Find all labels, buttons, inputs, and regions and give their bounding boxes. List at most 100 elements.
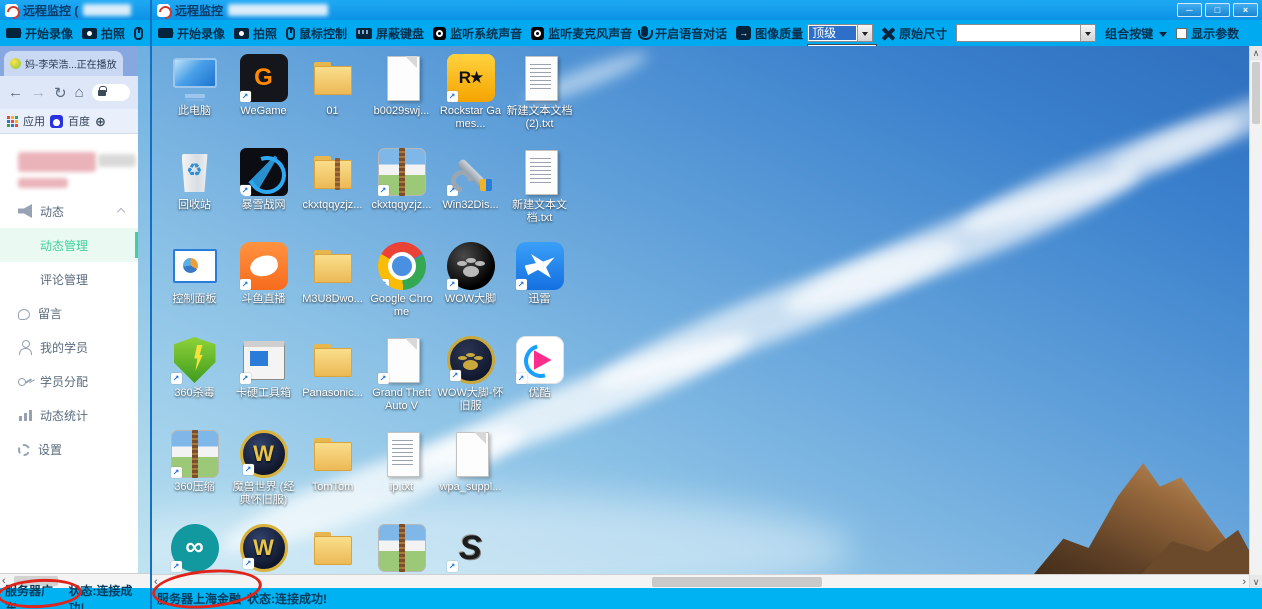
vertical-scrollbar[interactable]: ∧ ∨	[1249, 46, 1262, 589]
menu-item-wodexueyuan[interactable]: 我的学员	[0, 330, 138, 364]
vertical-scroll-thumb[interactable]	[1252, 62, 1260, 124]
close-button[interactable]: ×	[1233, 3, 1258, 17]
desktop-icon-arduino[interactable]: Arduino	[160, 520, 229, 574]
menu-item-shezhi[interactable]: 设置	[0, 432, 138, 466]
text-file-icon	[516, 148, 564, 196]
image-quality-group: 图像质量 顶级 顶级 超清 高清 标清	[736, 24, 873, 42]
scroll-down-arrow[interactable]: ∨	[1250, 575, 1262, 589]
mouse-control-button[interactable]: 鼠标控制	[286, 25, 347, 42]
image-quality-select[interactable]: 顶级 顶级 超清 高清 标清	[807, 24, 873, 42]
shortcut-arrow-icon	[378, 279, 389, 290]
desktop-icon-gtav[interactable]: Grand Theft Auto V	[367, 332, 436, 426]
folder-icon	[309, 336, 357, 384]
maximize-button[interactable]: □	[1205, 3, 1230, 17]
back-button[interactable]: ←	[8, 84, 23, 101]
menu-item-pinglun-guanli[interactable]: 评论管理	[0, 262, 138, 296]
desktop-icon-youku[interactable]: 优酷	[505, 332, 574, 426]
recycle-bin-icon	[171, 148, 219, 196]
desktop-icon-wpa-suppl[interactable]: wpa_suppl...	[436, 426, 505, 520]
desktop-icon-ip-txt[interactable]: ip.txt	[367, 426, 436, 520]
menu-item-liuyan[interactable]: 留言	[0, 296, 138, 330]
document-icon	[378, 54, 426, 102]
bookmarks-bar: 应用 百度 ⊕	[0, 109, 138, 134]
desktop-icon-grid: 此电脑 WeGame 01 b0029swj... Rockstar Games…	[160, 50, 574, 574]
desktop-icon-this-pc[interactable]: 此电脑	[160, 50, 229, 144]
microphone-icon	[641, 26, 648, 37]
dropdown-arrow-button[interactable]	[1080, 25, 1095, 41]
desktop-icon-battlenet[interactable]: 暴雪战网	[229, 144, 298, 238]
desktop-icon-wow-dajiao-classic[interactable]: WOW大脚-怀旧服	[436, 332, 505, 426]
menu-item-dongtai[interactable]: 动态	[0, 194, 138, 228]
desktop-icon-ckxtqqyzjz-folder[interactable]: ckxtqqyzjz...	[298, 144, 367, 238]
right-titlebar[interactable]: 远程监控 ─ □ ×	[152, 0, 1262, 20]
start-recording-button[interactable]: 开始录像	[158, 25, 225, 42]
resolution-select[interactable]	[956, 24, 1096, 42]
desktop-icon-wow-dajiao[interactable]: WOW大脚	[436, 238, 505, 332]
horizontal-scrollbar[interactable]: ‹ ›	[152, 574, 1249, 589]
desktop-icon-win32dis[interactable]: Win32Dis...	[436, 144, 505, 238]
desktop-icon-chrome[interactable]: Google Chrome	[367, 238, 436, 332]
thunder-icon	[516, 242, 564, 290]
desktop-icon-360zip[interactable]: 360压缩	[160, 426, 229, 520]
bookmark-baidu[interactable]: 百度	[68, 113, 90, 129]
desktop-icon-win32-dis[interactable]: win32 dis...	[298, 520, 367, 574]
desktop-icon-b0029swj[interactable]: b0029swj...	[367, 50, 436, 144]
desktop-icon-recycle-bin[interactable]: 回收站	[160, 144, 229, 238]
listen-mic-audio-button[interactable]: 监听麦克风声音	[531, 25, 632, 42]
desktop-icon-tomtom[interactable]: TomTom	[298, 426, 367, 520]
desktop-icon-folder-01[interactable]: 01	[298, 50, 367, 144]
block-keyboard-button[interactable]: 屏蔽键盘	[356, 25, 424, 42]
show-params-checkbox[interactable]	[1176, 28, 1187, 39]
menu-item-xueyuan-fenpei[interactable]: 学员分配	[0, 364, 138, 398]
apps-grid-icon	[7, 116, 18, 127]
home-button[interactable]: ⌂	[75, 84, 84, 101]
menu-item-dongtai-guanli[interactable]: 动态管理	[0, 228, 138, 262]
browser-navbar: ← → ↻ ⌂	[0, 76, 138, 109]
desktop-icon-new-text[interactable]: 新建文本文档.txt	[505, 144, 574, 238]
desktop-icon-new-text-2[interactable]: 新建文本文档 (2).txt	[505, 50, 574, 144]
forward-button[interactable]: →	[31, 84, 46, 101]
desktop-icon-toolbox[interactable]: 卡硬工具箱	[229, 332, 298, 426]
scroll-up-arrow[interactable]: ∧	[1250, 46, 1262, 60]
globe-icon[interactable]: ⊕	[95, 115, 106, 128]
rar-archive-icon	[378, 524, 426, 572]
browser-tab-strip: 妈-李荣浩...正在播放	[0, 46, 138, 76]
combo-keys-button[interactable]: 组合按键	[1105, 25, 1167, 42]
listen-system-audio-button[interactable]: 监听系统声音	[433, 25, 522, 42]
desktop-icon-control-panel[interactable]: 控制面板	[160, 238, 229, 332]
remote-desktop-view[interactable]: 此电脑 WeGame 01 b0029swj... Rockstar Games…	[152, 46, 1262, 574]
horizontal-scroll-thumb[interactable]	[652, 577, 822, 587]
original-size-button[interactable]: 原始尺寸	[882, 25, 947, 42]
desktop-icon-m3u8d[interactable]: M3U8Dwo...	[298, 238, 367, 332]
desktop-icon-wow-classic[interactable]: 魔兽世界 (经典怀旧服)	[229, 426, 298, 520]
desktop-icon-360-antivirus[interactable]: 360杀毒	[160, 332, 229, 426]
snapshot-button[interactable]: 拍照	[82, 25, 125, 42]
address-bar[interactable]	[92, 84, 130, 101]
browser-tab[interactable]: 妈-李荣浩...正在播放	[4, 51, 123, 76]
start-recording-button[interactable]: 开始录像	[6, 25, 73, 42]
dropdown-arrow-button[interactable]	[857, 25, 872, 41]
desktop-icon-xunlei[interactable]: 迅雷	[505, 238, 574, 332]
minimize-button[interactable]: ─	[1177, 3, 1202, 17]
reload-button[interactable]: ↻	[54, 84, 67, 102]
desktop-icon-douyu[interactable]: 斗鱼直播	[229, 238, 298, 332]
menu-item-dongtai-tongji[interactable]: 动态统计	[0, 398, 138, 432]
desktop-icon-dragon[interactable]: 聚合八尕	[436, 520, 505, 574]
keyboard-icon	[356, 28, 372, 39]
snapshot-button[interactable]: 拍照	[234, 25, 277, 42]
shortcut-arrow-icon	[240, 91, 251, 102]
left-titlebar[interactable]: 远程监控 (	[0, 0, 150, 20]
desktop-icon-panasonic[interactable]: Panasonic...	[298, 332, 367, 426]
key-icon	[18, 374, 32, 388]
zip-folder-icon	[309, 148, 357, 196]
wow-icon	[240, 430, 288, 478]
desktop-icon-ipscan221[interactable]: ipscan221...	[367, 520, 436, 574]
voice-chat-button[interactable]: 开启语音对话	[641, 25, 727, 42]
desktop-icon-ckxtqqyzjz-rar[interactable]: ckxtqqyzjz...	[367, 144, 436, 238]
scroll-right-arrow[interactable]: ›	[1242, 576, 1246, 588]
bookmark-apps[interactable]: 应用	[23, 113, 45, 129]
desktop-icon-wegame[interactable]: WeGame	[229, 50, 298, 144]
chevron-up-icon	[117, 208, 125, 216]
desktop-icon-rockstar[interactable]: Rockstar Games...	[436, 50, 505, 144]
desktop-icon-wow[interactable]: 魔兽世界	[229, 520, 298, 574]
